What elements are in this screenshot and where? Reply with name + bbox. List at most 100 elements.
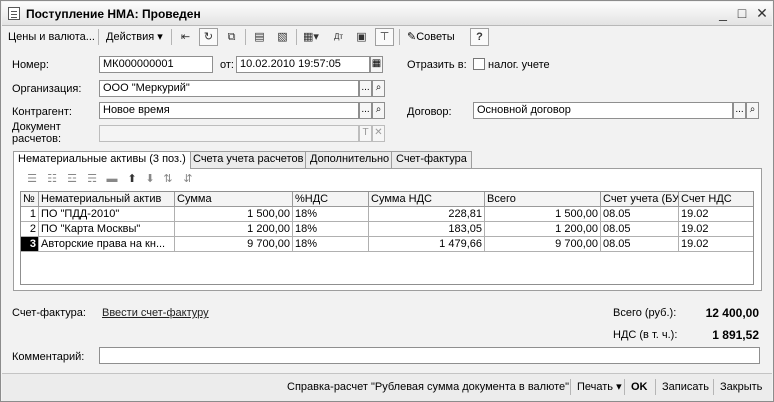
cell-asset[interactable]: ПО "ПДД-2010": [39, 207, 175, 222]
cell-vat-account[interactable]: 19.02: [679, 237, 753, 252]
cell-total[interactable]: 1 200,00: [485, 222, 601, 237]
tips-label: Советы: [416, 31, 455, 43]
cell-sum[interactable]: 1 200,00: [175, 222, 293, 237]
actions-menu-button[interactable]: Действия ▾: [103, 29, 166, 45]
date-field[interactable]: 10.02.2010 19:57:05: [236, 56, 370, 73]
document-window: Поступление НМА: Проведен _ □ ✕ Цены и в…: [0, 0, 774, 402]
prices-currency-button[interactable]: Цены и валюта...: [5, 29, 98, 45]
debit-credit-icon[interactable]: Дт: [329, 28, 348, 46]
cell-sum[interactable]: 9 700,00: [175, 237, 293, 252]
cell-asset[interactable]: Авторские права на кн...: [39, 237, 175, 252]
end-edit-icon[interactable]: ▬: [104, 172, 120, 186]
cell-account[interactable]: 08.05: [601, 237, 679, 252]
contractor-field[interactable]: Новое время: [99, 102, 359, 119]
sort-asc-icon[interactable]: ⇅: [160, 172, 176, 186]
structure-icon[interactable]: ▣: [352, 28, 371, 46]
add-row-icon[interactable]: ☰: [24, 172, 40, 186]
copy-document-icon[interactable]: ⧉: [222, 28, 241, 46]
cell-vat-sum[interactable]: 183,05: [369, 222, 485, 237]
unpost-document-icon[interactable]: ▧: [273, 28, 292, 46]
column-header[interactable]: №: [21, 192, 39, 207]
assets-table: № Нематериальный актив Сумма %НДС Сумма …: [20, 191, 754, 285]
calendar-icon[interactable]: ▦: [370, 56, 383, 73]
cell-account[interactable]: 08.05: [601, 222, 679, 237]
select-ellipsis-icon[interactable]: ...: [733, 102, 746, 119]
column-header[interactable]: Сумма НДС: [369, 192, 485, 207]
tab-intangible-assets[interactable]: Нематериальные активы (3 поз.): [13, 151, 191, 169]
toolbar-separator: [171, 29, 172, 45]
window-title: Поступление НМА: Проведен: [26, 7, 201, 21]
column-header[interactable]: Счет учета (БУ): [601, 192, 679, 207]
reread-icon[interactable]: ↻: [199, 28, 218, 46]
column-header[interactable]: Счет НДС: [679, 192, 753, 207]
column-header[interactable]: Сумма: [175, 192, 293, 207]
number-field[interactable]: МК000000001: [99, 56, 213, 73]
toolbar: Цены и валюта... Действия ▾ ⇤ ↻ ⧉ ▤ ▧ ▦▾…: [2, 27, 772, 47]
move-down-icon[interactable]: ⬇: [142, 172, 158, 186]
ok-button[interactable]: OK: [628, 378, 651, 396]
column-header[interactable]: %НДС: [293, 192, 369, 207]
close-button[interactable]: Закрыть: [717, 378, 765, 396]
maximize-button[interactable]: □: [733, 5, 751, 22]
save-button[interactable]: Записать: [659, 378, 712, 396]
cell-total[interactable]: 9 700,00: [485, 237, 601, 252]
date-from-label: от:: [220, 59, 234, 71]
delete-row-icon[interactable]: ☴: [84, 172, 100, 186]
cell-vat-rate[interactable]: 18%: [293, 222, 369, 237]
tab-additional[interactable]: Дополнительно: [305, 151, 395, 168]
minimize-button[interactable]: _: [714, 5, 732, 22]
toolbar-separator: [296, 29, 297, 45]
cell-number: 2: [21, 222, 39, 237]
tab-invoice[interactable]: Счет-фактура: [391, 151, 472, 168]
tree-view-icon[interactable]: ⊤: [375, 28, 394, 46]
document-icon: [8, 7, 20, 20]
bottom-separator: [570, 379, 571, 395]
enter-invoice-link[interactable]: Ввести счет-фактуру: [102, 307, 209, 319]
cell-vat-rate[interactable]: 18%: [293, 207, 369, 222]
cell-vat-rate[interactable]: 18%: [293, 237, 369, 252]
search-icon[interactable]: ⌕: [372, 102, 385, 119]
back-arrow-icon[interactable]: ⇤: [176, 28, 195, 46]
contract-field[interactable]: Основной договор: [473, 102, 733, 119]
post-document-icon[interactable]: ▤: [250, 28, 269, 46]
tax-accounting-label: налог. учете: [488, 59, 550, 71]
text-type-icon[interactable]: T: [359, 125, 372, 142]
column-header[interactable]: Нематериальный актив: [39, 192, 175, 207]
comment-field[interactable]: [99, 347, 760, 364]
report-calculation-button[interactable]: Справка-расчет "Рублевая сумма документа…: [284, 378, 572, 396]
edit-row-icon[interactable]: ☲: [64, 172, 80, 186]
help-button[interactable]: ?: [470, 28, 489, 46]
cell-vat-account[interactable]: 19.02: [679, 207, 753, 222]
cell-sum[interactable]: 1 500,00: [175, 207, 293, 222]
vat-value: 1 891,52: [712, 328, 759, 342]
cell-account[interactable]: 08.05: [601, 207, 679, 222]
cell-vat-sum[interactable]: 228,81: [369, 207, 485, 222]
organization-field[interactable]: ООО "Меркурий": [99, 80, 359, 97]
tab-settlement-accounts[interactable]: Счета учета расчетов: [188, 151, 309, 168]
print-menu-button[interactable]: Печать ▾: [574, 378, 625, 396]
tax-accounting-checkbox[interactable]: [473, 58, 485, 70]
cell-asset[interactable]: ПО "Карта Москвы": [39, 222, 175, 237]
reflect-in-label: Отразить в:: [407, 59, 467, 71]
cell-vat-account[interactable]: 19.02: [679, 222, 753, 237]
cell-total[interactable]: 1 500,00: [485, 207, 601, 222]
settlement-doc-label-line2: расчетов:: [12, 133, 62, 145]
clear-icon[interactable]: ✕: [372, 125, 385, 142]
toolbar-separator: [245, 29, 246, 45]
settlement-doc-field[interactable]: [99, 125, 359, 142]
copy-row-icon[interactable]: ☷: [44, 172, 60, 186]
based-on-icon[interactable]: ▦▾: [299, 28, 323, 46]
organization-label: Организация:: [12, 83, 82, 95]
select-ellipsis-icon[interactable]: ...: [359, 102, 372, 119]
search-icon[interactable]: ⌕: [372, 80, 385, 97]
cell-vat-sum[interactable]: 1 479,66: [369, 237, 485, 252]
move-up-icon[interactable]: ⬆: [124, 172, 140, 186]
contract-label: Договор:: [407, 106, 452, 118]
sort-desc-icon[interactable]: ⇵: [180, 172, 196, 186]
search-icon[interactable]: ⌕: [746, 102, 759, 119]
tips-button[interactable]: ✎Советы: [404, 29, 458, 45]
invoice-label: Счет-фактура:: [12, 307, 86, 319]
column-header[interactable]: Всего: [485, 192, 601, 207]
close-window-button[interactable]: ✕: [753, 5, 771, 22]
select-ellipsis-icon[interactable]: ...: [359, 80, 372, 97]
